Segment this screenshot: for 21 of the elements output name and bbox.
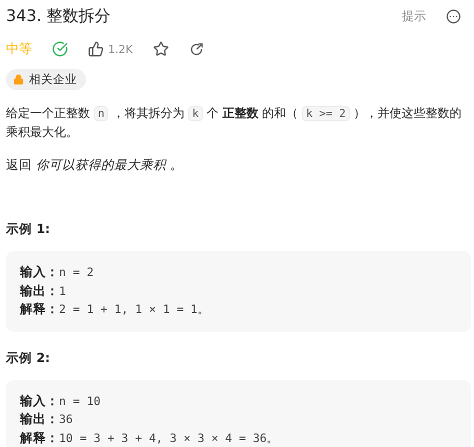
example-line: 输入：n = 2 bbox=[20, 263, 95, 281]
example-line: 输出：36 bbox=[20, 410, 74, 428]
example-line: 解释：2 = 1 + 1, 1 × 1 = 1。 bbox=[20, 300, 210, 318]
return-description: 返回 你可以获得的最大乘积 。 bbox=[6, 156, 184, 174]
hint-button[interactable]: 提示 bbox=[402, 8, 426, 24]
more-icon[interactable] bbox=[446, 8, 461, 24]
lock-icon bbox=[13, 74, 24, 85]
problem-description: 给定一个正整数 n ，将其拆分为 k 个 正整数 的和（ k >= 2 ），并使这些整数的乘积最大化。 bbox=[6, 105, 463, 141]
share-button[interactable] bbox=[188, 42, 204, 56]
example-line: 解释：10 = 3 + 3 + 4, 3 × 3 × 4 = 36。 bbox=[20, 428, 280, 446]
thumbs-up-icon bbox=[88, 41, 104, 57]
like-button[interactable]: 1.2K bbox=[88, 41, 133, 57]
example-heading: 示例 1: bbox=[6, 221, 52, 238]
example-line: 输出：1 bbox=[20, 282, 67, 300]
example-line: 输入：n = 10 bbox=[20, 392, 102, 410]
example-heading: 示例 2: bbox=[6, 350, 52, 366]
star-icon[interactable] bbox=[152, 41, 169, 57]
difficulty-label: 中等 bbox=[6, 41, 32, 58]
company-tag[interactable]: 相关企业 bbox=[6, 69, 86, 90]
problem-title: 343. 整数拆分 bbox=[6, 6, 111, 26]
share-icon bbox=[188, 42, 204, 56]
